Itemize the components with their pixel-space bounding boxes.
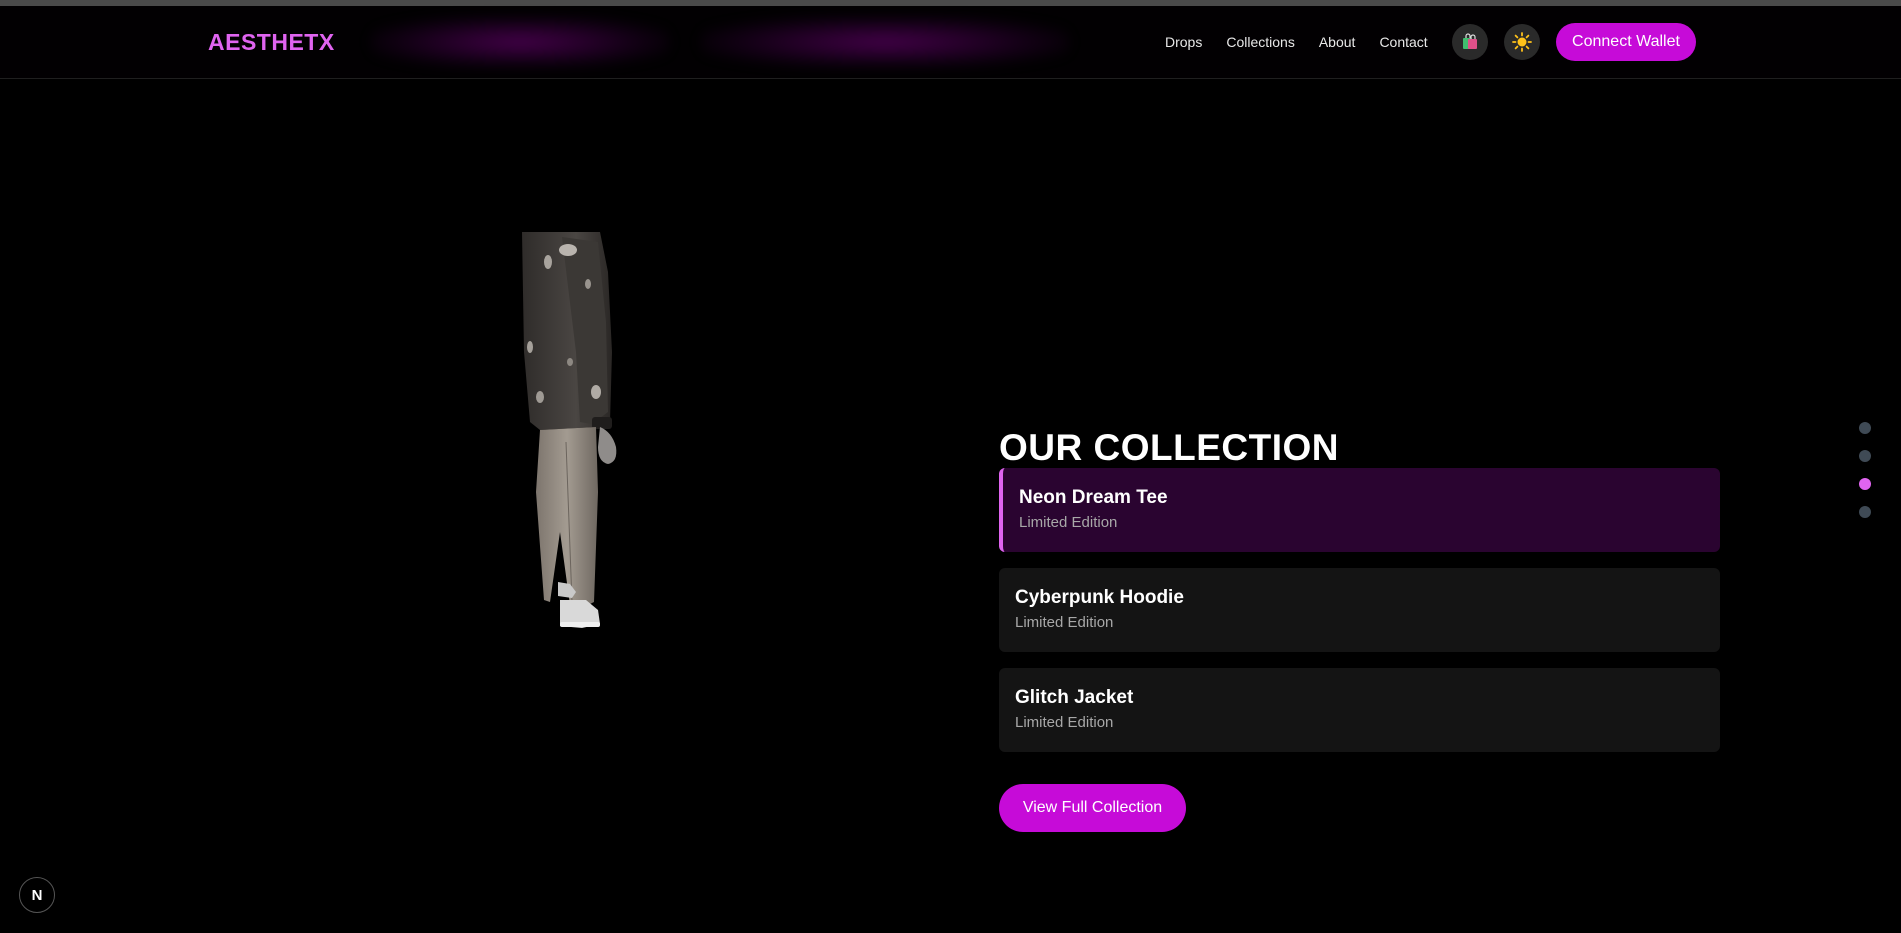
collection-item-cyberpunk-hoodie[interactable]: Cyberpunk Hoodie Limited Edition (999, 568, 1720, 652)
nextjs-logo-icon: N (31, 886, 43, 904)
item-subtitle: Limited Edition (1015, 714, 1114, 731)
collection-heading: OUR COLLECTION (999, 426, 1339, 468)
collection-item-glitch-jacket[interactable]: Glitch Jacket Limited Edition (999, 668, 1720, 752)
collection-item-neon-dream-tee[interactable]: Neon Dream Tee Limited Edition (999, 468, 1720, 552)
nav-link-drops[interactable]: Drops (1165, 34, 1202, 50)
item-subtitle: Limited Edition (1015, 614, 1114, 631)
section-dot-4[interactable] (1859, 506, 1871, 518)
shopping-bag-icon (1463, 33, 1477, 49)
item-title: Neon Dream Tee (1019, 487, 1168, 508)
section-dot-3[interactable] (1859, 478, 1871, 490)
3d-model-viewer[interactable] (500, 232, 660, 637)
navbar: AESTHETX Drops Collections About Contact (0, 6, 1901, 79)
nextjs-dev-badge[interactable]: N (19, 877, 55, 913)
nav-link-contact[interactable]: Contact (1379, 34, 1427, 50)
nav-link-collections[interactable]: Collections (1226, 34, 1294, 50)
nav-link-about[interactable]: About (1319, 34, 1356, 50)
brand-logo[interactable]: AESTHETX (208, 29, 335, 56)
section-dot-1[interactable] (1859, 422, 1871, 434)
item-title: Glitch Jacket (1015, 687, 1134, 708)
nav-glow-decoration (370, 16, 670, 68)
connect-wallet-button[interactable]: Connect Wallet (1556, 23, 1696, 61)
theme-toggle-button[interactable] (1504, 24, 1540, 60)
item-title: Cyberpunk Hoodie (1015, 587, 1184, 608)
model-figure-image (522, 232, 617, 628)
nav-glow-decoration (700, 16, 1070, 68)
sun-icon (1512, 32, 1532, 52)
item-subtitle: Limited Edition (1019, 514, 1118, 531)
section-dot-2[interactable] (1859, 450, 1871, 462)
cart-button[interactable] (1452, 24, 1488, 60)
view-full-collection-button[interactable]: View Full Collection (999, 784, 1186, 832)
nav-links: Drops Collections About Contact (1165, 34, 1428, 50)
